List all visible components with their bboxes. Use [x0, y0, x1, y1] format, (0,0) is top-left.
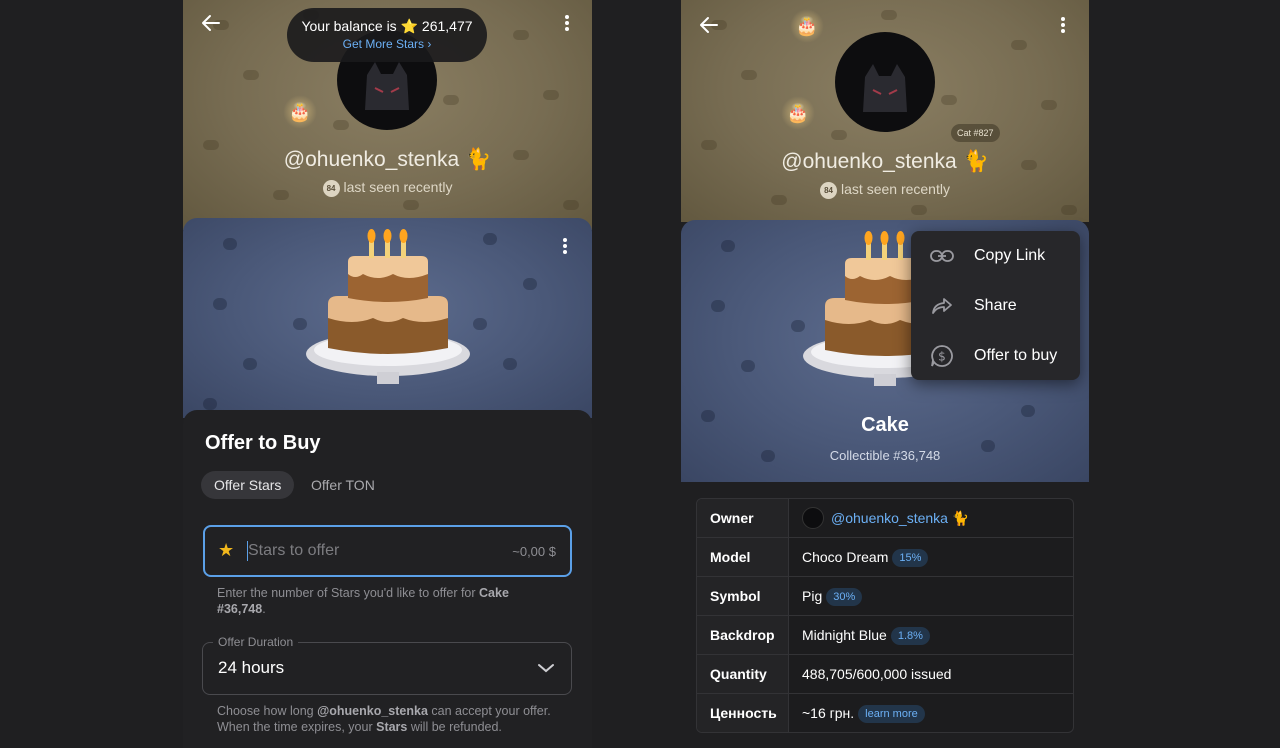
profile-status: 84 last seen recently — [183, 179, 592, 197]
gift-info-table: Owner @ohuenko_stenka 🐈 Model Choco Drea… — [696, 498, 1074, 733]
cat-emoji-icon: 🐈 — [951, 510, 970, 526]
get-more-stars-link[interactable]: Get More Stars › — [287, 37, 487, 51]
row-key: Owner — [697, 499, 789, 537]
duration-label: Offer Duration — [213, 635, 299, 649]
link-icon — [929, 243, 955, 269]
stars-input-field[interactable]: ★ ~0,00 $ — [203, 525, 572, 577]
owner-link[interactable]: @ohuenko_stenka — [831, 510, 948, 526]
offer-duration-select[interactable]: Offer Duration 24 hours — [202, 635, 572, 695]
table-row-value: Ценность ~16 грн. learn more — [697, 694, 1073, 732]
star-icon: ★ — [218, 540, 235, 560]
offer-bottom-sheet: Offer to Buy Offer Stars Offer TON ★ ~0,… — [183, 410, 592, 748]
row-key: Symbol — [697, 577, 789, 615]
menu-item-copy-link[interactable]: Copy Link — [911, 234, 1080, 278]
menu-item-label: Copy Link — [974, 247, 1046, 264]
svg-text:$: $ — [938, 350, 946, 364]
duration-hint: Choose how long @ohuenko_stenka can acce… — [217, 704, 551, 734]
menu-item-share[interactable]: Share — [911, 284, 1080, 328]
gift-card — [183, 218, 592, 418]
row-key: Ценность — [697, 694, 789, 732]
gift-cake-icon: 🎂 — [283, 95, 317, 129]
cake-illustration — [306, 229, 470, 384]
table-row-quantity: Quantity 488,705/600,000 issued — [697, 655, 1073, 694]
share-icon — [929, 293, 955, 319]
avatar[interactable] — [835, 32, 935, 132]
duration-value: 24 hours — [218, 658, 285, 677]
balance-toast: Your balance is ⭐ 261,477 Get More Stars… — [287, 8, 487, 62]
row-key: Model — [697, 538, 789, 576]
left-phone-screen: 🎂 @ohuenko_stenka 🐈 84 last seen recently… — [183, 0, 592, 748]
more-vertical-icon[interactable] — [1049, 11, 1077, 39]
table-row-owner: Owner @ohuenko_stenka 🐈 — [697, 499, 1073, 538]
profile-username: @ohuenko_stenka 🐈 — [781, 150, 989, 173]
level-badge: 84 — [322, 180, 340, 197]
gift-collectible-number: Collectible #36,748 — [829, 448, 941, 463]
sheet-title: Offer to Buy — [205, 432, 321, 454]
profile-username: @ohuenko_stenka 🐈 — [283, 148, 492, 171]
stars-to-offer-input[interactable] — [248, 538, 488, 564]
table-row-model: Model Choco Dream 15% — [697, 538, 1073, 577]
context-menu: Copy Link Share $ Offer to buy — [911, 231, 1080, 380]
row-value: Choco Dream 15% — [802, 538, 929, 576]
row-key: Quantity — [697, 655, 789, 693]
row-value: Pig 30% — [802, 577, 863, 615]
rarity-badge: 1.8% — [890, 627, 930, 645]
row-value: ~16 грн. learn more — [802, 694, 925, 732]
row-value: Midnight Blue 1.8% — [802, 616, 930, 654]
menu-item-label: Offer to buy — [974, 347, 1058, 364]
dollar-circle-icon: $ — [929, 343, 955, 369]
learn-more-link[interactable]: learn more — [858, 705, 925, 723]
level-badge: 84 — [820, 182, 838, 199]
gift-more-icon[interactable] — [551, 232, 579, 260]
cat-emoji-icon: 🐈 — [962, 150, 989, 173]
rarity-badge: 30% — [826, 588, 863, 606]
more-vertical-icon[interactable] — [553, 9, 581, 37]
gift-name: Cake — [861, 414, 909, 436]
rarity-badge: 15% — [892, 549, 929, 567]
balance-line: Your balance is ⭐ 261,477 — [301, 18, 473, 34]
status-text: last seen recently — [841, 181, 950, 197]
cat-emoji-icon: 🐈 — [465, 148, 492, 171]
collectible-badge[interactable]: Cat #827 — [951, 124, 1000, 142]
gift-cake-icon: 🎂 — [790, 9, 824, 43]
row-key: Backdrop — [697, 616, 789, 654]
chevron-down-icon — [537, 660, 555, 678]
table-row-backdrop: Backdrop Midnight Blue 1.8% — [697, 616, 1073, 655]
tab-offer-ton[interactable]: Offer TON — [298, 471, 388, 499]
usd-estimate: ~0,00 $ — [512, 544, 556, 559]
table-row-symbol: Symbol Pig 30% — [697, 577, 1073, 616]
star-icon: ⭐ — [400, 18, 419, 34]
owner-avatar — [802, 507, 824, 529]
gift-cake-icon: 🎂 — [781, 96, 815, 130]
profile-status: 84 last seen recently — [681, 181, 1089, 199]
owner-value[interactable]: @ohuenko_stenka 🐈 — [802, 499, 969, 537]
menu-item-label: Share — [974, 297, 1017, 314]
menu-item-offer-to-buy[interactable]: $ Offer to buy — [911, 334, 1080, 378]
back-arrow-icon[interactable] — [695, 11, 723, 39]
profile-header: 🎂 🎂 Cat #827 @ohuenko_stenka 🐈 84 last se… — [681, 0, 1089, 222]
status-text: last seen recently — [343, 179, 453, 195]
right-phone-screen: 🎂 🎂 Cat #827 @ohuenko_stenka 🐈 84 last se… — [681, 0, 1089, 748]
stars-hint: Enter the number of Stars you'd like to … — [217, 586, 509, 616]
row-value: 488,705/600,000 issued — [802, 666, 952, 682]
back-arrow-icon[interactable] — [197, 9, 225, 37]
tab-offer-stars[interactable]: Offer Stars — [201, 471, 295, 499]
